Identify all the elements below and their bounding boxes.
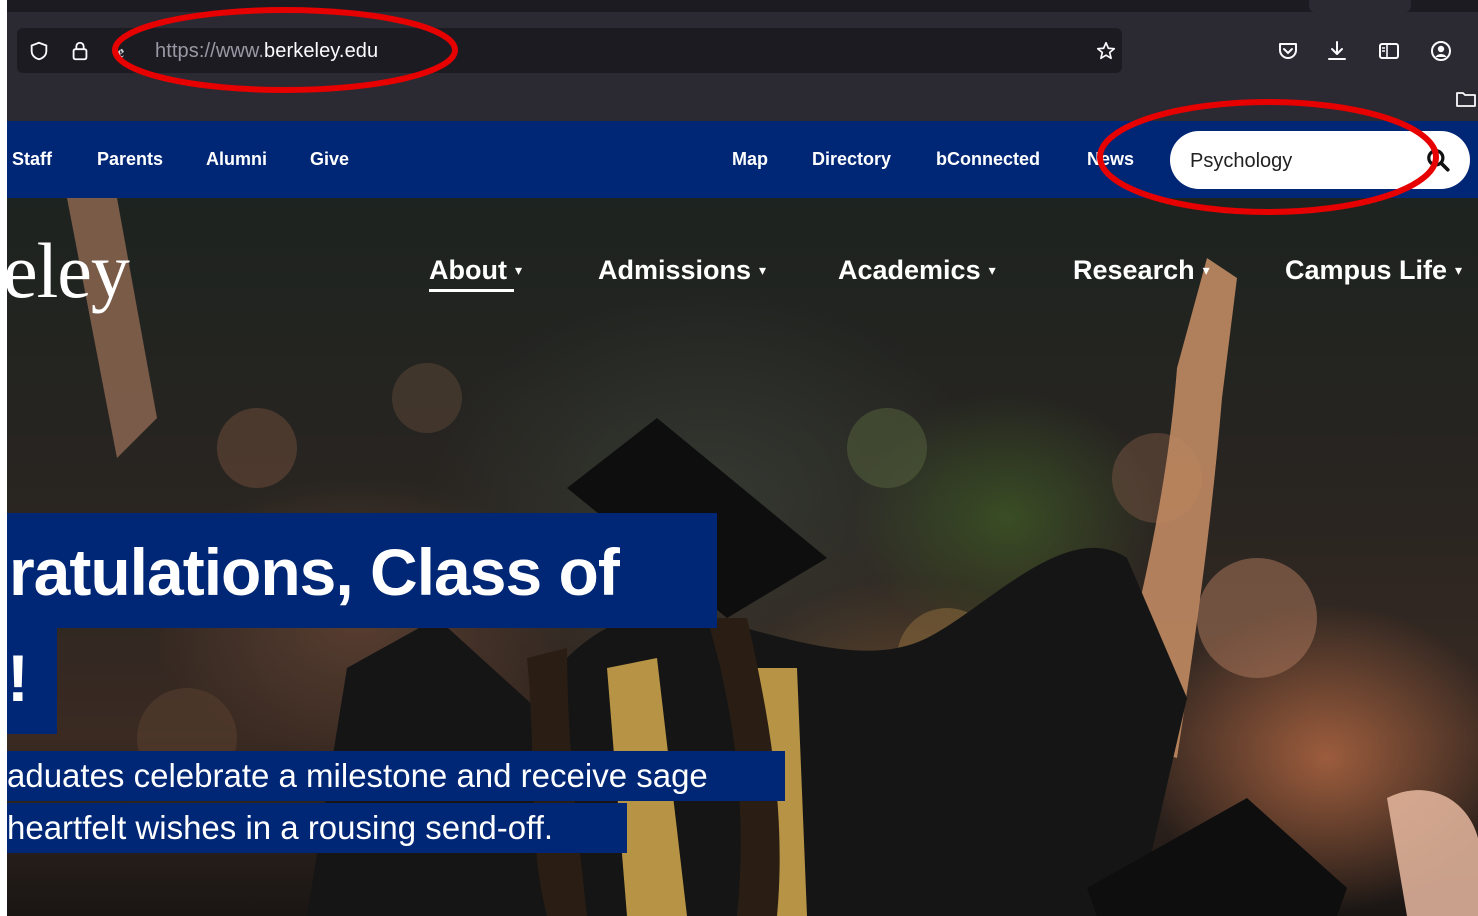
util-link-parents[interactable]: Parents (97, 149, 163, 170)
search-icon[interactable] (1425, 147, 1451, 173)
site-search[interactable] (1170, 131, 1470, 189)
nav-admissions-label: Admissions (598, 255, 752, 285)
tab-strip (7, 0, 1478, 12)
caret-down-icon: ▾ (1455, 262, 1463, 278)
folder-icon[interactable] (1454, 87, 1478, 111)
caret-down-icon: ▾ (514, 262, 522, 278)
util-link-news[interactable]: News (1087, 149, 1134, 170)
hero-headline-line2[interactable]: ! (7, 640, 29, 716)
hero-headline-line1[interactable]: ratulations, Class of (9, 534, 620, 610)
util-link-directory[interactable]: Directory (812, 149, 891, 170)
nav-campus-life-label: Campus Life (1285, 255, 1448, 285)
permissions-indicator[interactable]: ꬲ (117, 40, 124, 64)
caret-down-icon: ▾ (759, 262, 767, 278)
nav-research[interactable]: Research ▾ (1073, 255, 1210, 286)
active-nav-underline (429, 289, 514, 292)
bookmark-star-icon[interactable] (1095, 40, 1117, 62)
hero-subtitle-line1: aduates celebrate a milestone and receiv… (7, 757, 708, 794)
url-scheme: https://www. (155, 40, 265, 62)
url-text[interactable]: https://www.berkeley.edu (155, 40, 378, 63)
nav-about[interactable]: About ▾ (429, 255, 522, 286)
nav-academics-label: Academics (838, 255, 981, 285)
downloads-icon[interactable] (1325, 39, 1349, 63)
util-link-give[interactable]: Give (310, 149, 349, 170)
nav-about-label: About (429, 255, 507, 285)
nav-research-label: Research (1073, 255, 1195, 285)
account-icon[interactable] (1429, 39, 1453, 63)
hero-subtitle-line2: heartfelt wishes in a rousing send-off. (7, 809, 554, 846)
caret-down-icon: ▾ (988, 262, 996, 278)
caret-down-icon: ▾ (1202, 262, 1210, 278)
active-tab[interactable] (1309, 0, 1411, 12)
address-bar[interactable]: ꬲ https://www.berkeley.edu (17, 28, 1122, 73)
hero-section: eley About ▾ Admissions ▾ Academics ▾ Resea… (7, 198, 1478, 916)
util-link-bconnected[interactable]: bConnected (936, 149, 1040, 170)
nav-campus-life[interactable]: Campus Life ▾ (1285, 255, 1462, 286)
browser-toolbar: ꬲ https://www.berkeley.edu (7, 0, 1478, 121)
nav-academics[interactable]: Academics ▾ (838, 255, 996, 286)
nav-admissions[interactable]: Admissions ▾ (598, 255, 766, 286)
util-link-map[interactable]: Map (732, 149, 768, 170)
utility-nav: Staff Parents Alumni Give Map Directory … (7, 121, 1478, 198)
pocket-icon[interactable] (1276, 39, 1300, 63)
tracking-protection-shield-icon[interactable] (28, 40, 50, 62)
browser-viewport: ꬲ https://www.berkeley.edu Staff Parents… (7, 0, 1478, 916)
util-link-alumni[interactable]: Alumni (206, 149, 267, 170)
util-link-staff[interactable]: Staff (12, 149, 52, 170)
search-input[interactable] (1188, 143, 1422, 179)
sidebar-icon[interactable] (1377, 39, 1401, 63)
berkeley-logo[interactable]: eley (7, 226, 130, 316)
url-host: berkeley.edu (264, 40, 379, 62)
lock-icon[interactable] (69, 40, 91, 62)
bookmarks-toolbar (7, 75, 1478, 121)
